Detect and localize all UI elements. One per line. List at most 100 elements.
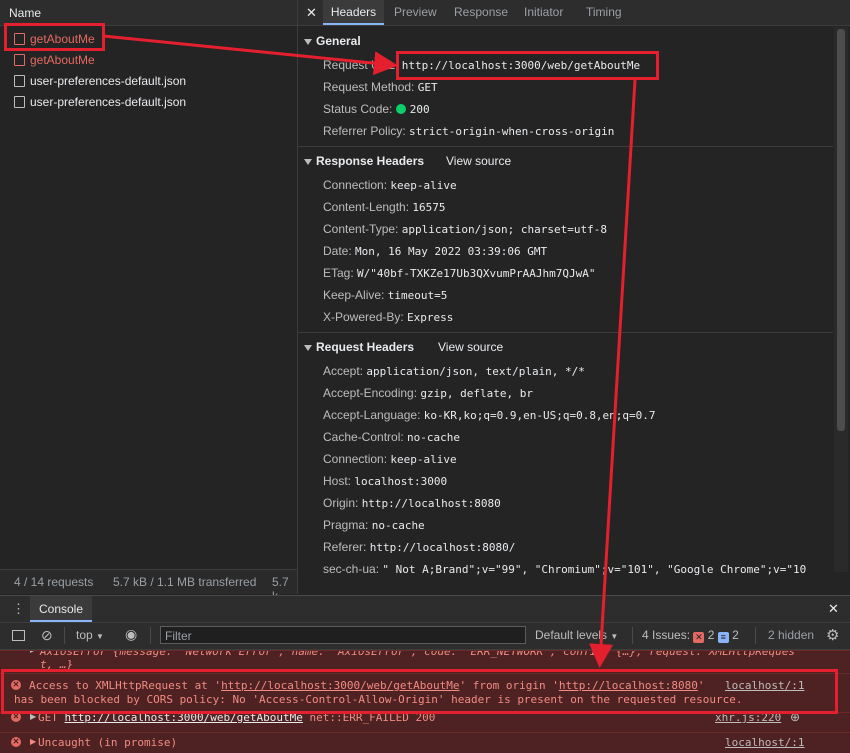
header-key: Status Code: (323, 102, 393, 116)
annotation-highlight-url (396, 51, 659, 80)
request-count: 4 / 14 requests (14, 575, 94, 589)
live-expression-eye-icon[interactable]: ◉ (125, 626, 137, 643)
response-header-row: Content-Length: 16575 (323, 200, 446, 214)
close-drawer-icon[interactable]: ✕ (828, 601, 839, 617)
message-text: Uncaught (in promise) (38, 736, 178, 749)
drawer-tab-bar: ⋮ Console ✕ (0, 596, 850, 623)
network-request-list: Name getAboutMe getAboutMe user-preferen… (0, 0, 298, 603)
console-message-get-failed[interactable]: ✕ ▶ GET http://localhost:3000/web/getAbo… (0, 710, 850, 732)
header-value: application/json; charset=utf-8 (401, 223, 608, 236)
header-key: Connection: (323, 452, 388, 466)
request-name: getAboutMe (30, 53, 95, 67)
request-name: user-preferences-default.json (30, 95, 187, 109)
request-row[interactable]: getAboutMe (0, 49, 297, 70)
response-header-row: Content-Type: application/json; charset=… (323, 222, 607, 236)
issues-label: 4 Issues: (642, 628, 691, 642)
sidebar-toggle-icon[interactable] (12, 630, 25, 641)
response-header-row: ETag: W/"40bf-TXKZe17Ub3QXvumPrAAJhm7QJw… (323, 266, 595, 280)
expand-arrow-icon[interactable]: ▶ (30, 737, 36, 746)
response-header-row: X-Powered-By: Express (323, 310, 453, 324)
tab-console[interactable]: Console (30, 596, 92, 622)
context-selector[interactable]: top ▼ (76, 628, 104, 642)
general-row-request-method: Request Method: GET (323, 80, 438, 94)
header-key: ETag: (323, 266, 354, 280)
header-value: http://localhost:8080 (361, 497, 501, 510)
console-filter-input[interactable]: Filter (160, 626, 526, 644)
response-headers-toggle[interactable]: Response Headers (304, 154, 424, 168)
console-message-uncaught[interactable]: ✕ ▶ Uncaught (in promise) localhost/:1 (0, 732, 850, 753)
header-key: Content-Type: (323, 222, 399, 236)
general-row-referrer-policy: Referrer Policy: strict-origin-when-cros… (323, 124, 614, 138)
chevron-down-icon (304, 344, 312, 351)
general-row-status-code: Status Code: 200 (323, 102, 430, 116)
header-value: Mon, 16 May 2022 03:39:06 GMT (355, 245, 548, 258)
header-key: Accept-Language: (323, 408, 421, 422)
tab-initiator[interactable]: Initiator (524, 0, 563, 25)
request-header-row: Referer: http://localhost:8080/ (323, 540, 515, 554)
request-headers-title: Request Headers (316, 340, 415, 354)
dropdown-arrow-icon: ▼ (610, 632, 619, 641)
header-key: Referrer Policy: (323, 124, 406, 138)
header-key: Connection: (323, 178, 388, 192)
more-tabs-icon[interactable]: ⋮ (12, 601, 25, 617)
console-toolbar: ⊘ top ▼ ◉ Filter Default levels ▼ 4 Issu… (0, 623, 850, 650)
status-ok-icon (395, 104, 406, 114)
request-header-row: Accept-Language: ko-KR,ko;q=0.9,en-US;q=… (323, 408, 656, 422)
tab-response[interactable]: Response (454, 0, 508, 25)
header-value: gzip, deflate, br (420, 387, 533, 400)
response-header-row: Connection: keep-alive (323, 178, 457, 192)
issues-button[interactable]: 4 Issues: ✕ 2 ≡ 2 (642, 628, 739, 643)
tab-timing[interactable]: Timing (586, 0, 622, 25)
message-text: AxiosError {message: 'Network Error', na… (40, 650, 795, 658)
request-row[interactable]: user-preferences-default.json (0, 70, 297, 91)
request-headers-toggle[interactable]: Request Headers (304, 340, 414, 354)
request-header-row: Connection: keep-alive (323, 452, 457, 466)
context-label: top (76, 628, 93, 642)
details-tab-bar: ✕ Headers Preview Response Initiator Tim… (298, 0, 850, 26)
info-issues-icon: ≡ (717, 632, 729, 643)
header-value: Express (407, 311, 454, 324)
request-view-source-link[interactable]: View source (438, 340, 503, 354)
toolbar-divider (755, 627, 756, 644)
response-header-row: Date: Mon, 16 May 2022 03:39:06 GMT (323, 244, 547, 258)
header-value: no-cache (407, 431, 461, 444)
tab-headers[interactable]: Headers (323, 0, 384, 25)
tab-preview[interactable]: Preview (394, 0, 437, 25)
header-value: application/json, text/plain, */* (366, 365, 585, 378)
header-key: Request Method: (323, 80, 415, 94)
error-icon: ✕ (11, 737, 21, 747)
close-icon[interactable]: ✕ (306, 5, 317, 21)
header-key: Content-Length: (323, 200, 410, 214)
header-key: Accept: (323, 364, 364, 378)
settings-gear-icon[interactable]: ⚙ (826, 626, 839, 644)
request-details-pane: ✕ Headers Preview Response Initiator Tim… (298, 0, 850, 594)
transfer-size: 5.7 kB / 1.1 MB transferred (113, 575, 257, 589)
source-location-link[interactable]: localhost/:1 (725, 736, 804, 749)
clear-console-icon[interactable]: ⊘ (41, 627, 53, 644)
error-issues-icon: ✕ (693, 632, 705, 643)
header-key: Keep-Alive: (323, 288, 385, 302)
request-header-row: sec-ch-ua: " Not A;Brand";v="99", "Chrom… (323, 562, 808, 576)
levels-label: Default levels (535, 628, 608, 642)
response-view-source-link[interactable]: View source (446, 154, 511, 168)
name-column-label: Name (9, 6, 42, 20)
expand-arrow-icon[interactable]: ▶ (30, 651, 36, 654)
request-header-row: Origin: http://localhost:8080 (323, 496, 501, 510)
chevron-down-icon (304, 38, 312, 45)
details-scrollbar[interactable] (834, 27, 848, 572)
header-key: Accept-Encoding: (323, 386, 418, 400)
log-levels-dropdown[interactable]: Default levels ▼ (535, 628, 618, 642)
header-value: GET (417, 81, 438, 94)
network-summary-bar: 4 / 14 requests 5.7 kB / 1.1 MB transfer… (0, 569, 297, 603)
scrollbar-thumb[interactable] (837, 29, 845, 431)
header-value: http://localhost:8080/ (369, 541, 516, 554)
dropdown-arrow-icon: ▼ (96, 632, 104, 641)
request-row[interactable]: user-preferences-default.json (0, 91, 297, 112)
header-key: Pragma: (323, 518, 369, 532)
response-header-row: Keep-Alive: timeout=5 (323, 288, 447, 302)
header-value: 16575 (412, 201, 446, 214)
general-section-toggle[interactable]: General (304, 34, 361, 48)
request-header-row: Accept-Encoding: gzip, deflate, br (323, 386, 533, 400)
header-value: ko-KR,ko;q=0.9,en-US;q=0.8,en;q=0.7 (423, 409, 656, 422)
hidden-count: 2 hidden (768, 628, 815, 642)
